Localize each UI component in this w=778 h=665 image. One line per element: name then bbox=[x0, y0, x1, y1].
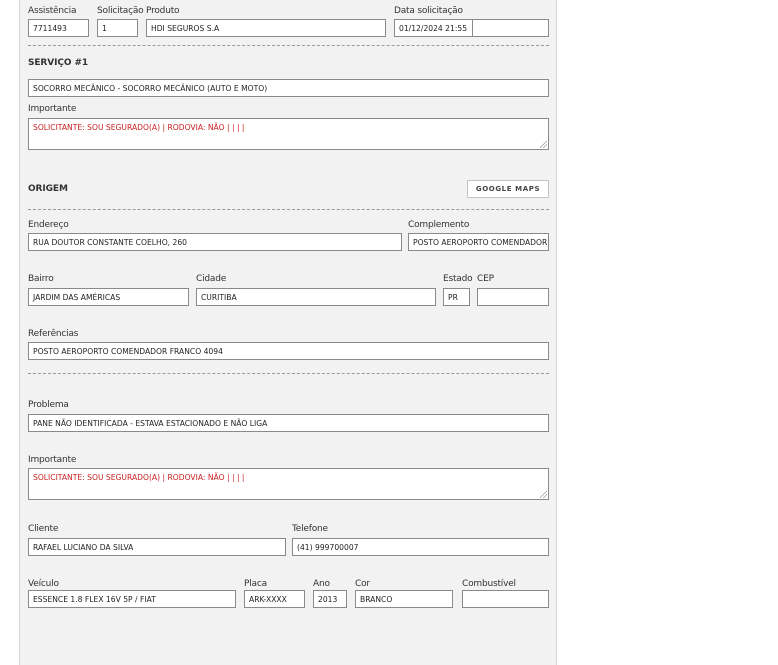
estado-field[interactable]: PR bbox=[443, 288, 470, 306]
endereco-label: Endereço bbox=[28, 220, 69, 230]
produto-label: Produto bbox=[146, 6, 180, 16]
problema-label: Problema bbox=[28, 400, 69, 410]
cep-field[interactable] bbox=[477, 288, 549, 306]
servico-importante-label: Importante bbox=[28, 104, 77, 114]
resize-grip-icon[interactable] bbox=[540, 491, 547, 498]
problema-importante-textarea[interactable]: SOLICITANTE: SOU SEGURADO(A) | RODOVIA: … bbox=[28, 468, 549, 500]
produto-field[interactable]: HDI SEGUROS S.A bbox=[146, 19, 386, 37]
combustivel-field[interactable] bbox=[462, 590, 549, 608]
referencias-field[interactable]: POSTO AEROPORTO COMENDADOR FRANCO 4094 bbox=[28, 342, 549, 360]
cliente-field[interactable]: RAFAEL LUCIANO DA SILVA bbox=[28, 538, 286, 556]
cliente-label: Cliente bbox=[28, 524, 59, 534]
complemento-field[interactable]: POSTO AEROPORTO COMENDADOR FRANCO 4094 bbox=[408, 233, 549, 251]
bairro-label: Bairro bbox=[28, 274, 54, 284]
servico-importante-textarea[interactable]: SOLICITANTE: SOU SEGURADO(A) | RODOVIA: … bbox=[28, 118, 549, 150]
google-maps-button[interactable]: GOOGLE MAPS bbox=[467, 180, 549, 198]
complemento-label: Complemento bbox=[408, 220, 470, 230]
origem-section-title: ORIGEM bbox=[28, 184, 68, 194]
veiculo-label: Veículo bbox=[28, 579, 59, 589]
endereco-field[interactable]: RUA DOUTOR CONSTANTE COELHO, 260 bbox=[28, 233, 402, 251]
placa-label: Placa bbox=[244, 579, 267, 589]
veiculo-field[interactable]: ESSENCE 1.8 FLEX 16V 5P / FIAT bbox=[28, 590, 236, 608]
data-solicitacao-extra-field[interactable] bbox=[472, 19, 549, 37]
cor-label: Cor bbox=[355, 579, 370, 589]
service-form-panel bbox=[19, 0, 557, 665]
estado-label: Estado bbox=[443, 274, 473, 284]
cidade-field[interactable]: CURITIBA bbox=[196, 288, 436, 306]
divider bbox=[28, 45, 549, 46]
solicitacao-field[interactable]: 1 bbox=[97, 19, 138, 37]
ano-label: Ano bbox=[313, 579, 330, 589]
divider bbox=[28, 373, 549, 374]
problema-importante-label: Importante bbox=[28, 455, 77, 465]
assistencia-field[interactable]: 7711493 bbox=[28, 19, 89, 37]
telefone-label: Telefone bbox=[292, 524, 328, 534]
telefone-field[interactable]: (41) 999700007 bbox=[292, 538, 549, 556]
placa-field[interactable]: ARK-XXXX bbox=[244, 590, 305, 608]
cidade-label: Cidade bbox=[196, 274, 227, 284]
assistencia-label: Assistência bbox=[28, 6, 77, 16]
resize-grip-icon[interactable] bbox=[540, 141, 547, 148]
problema-field[interactable]: PANE NÃO IDENTIFICADA - ESTAVA ESTACIONA… bbox=[28, 414, 549, 432]
cor-field[interactable]: BRANCO bbox=[355, 590, 453, 608]
data-solicitacao-field[interactable]: 01/12/2024 21:55 bbox=[394, 19, 473, 37]
service-field[interactable]: SOCORRO MECÂNICO - SOCORRO MECÂNICO (AUT… bbox=[28, 79, 549, 97]
combustivel-label: Combustível bbox=[462, 579, 516, 589]
divider bbox=[28, 209, 549, 210]
referencias-label: Referências bbox=[28, 329, 79, 339]
servico-section-title: SERVIÇO #1 bbox=[28, 58, 89, 68]
problema-importante-text: SOLICITANTE: SOU SEGURADO(A) | RODOVIA: … bbox=[33, 473, 245, 482]
ano-field[interactable]: 2013 bbox=[313, 590, 347, 608]
servico-importante-text: SOLICITANTE: SOU SEGURADO(A) | RODOVIA: … bbox=[33, 123, 245, 132]
solicitacao-label: Solicitação bbox=[97, 6, 144, 16]
cep-label: CEP bbox=[477, 274, 494, 284]
data-solicitacao-label: Data solicitação bbox=[394, 6, 463, 16]
bairro-field[interactable]: JARDIM DAS AMÉRICAS bbox=[28, 288, 189, 306]
